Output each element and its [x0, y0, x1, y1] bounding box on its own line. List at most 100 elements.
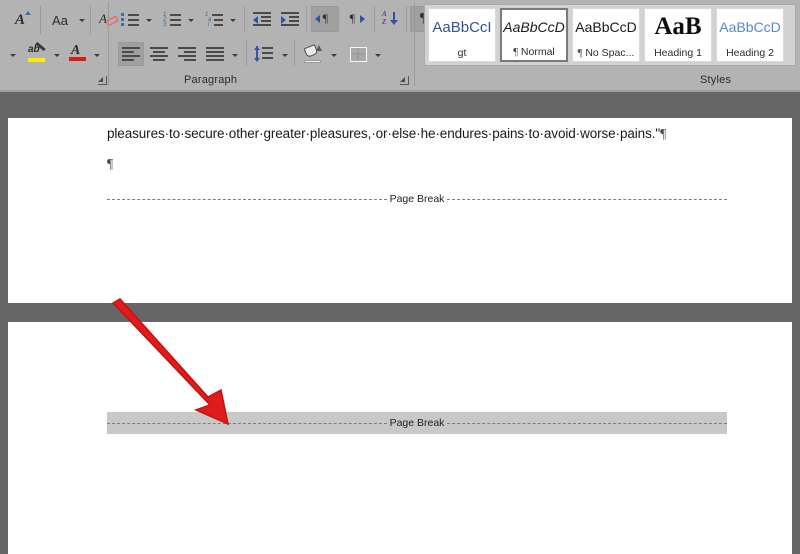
numbering-icon: 1 2 3 — [163, 12, 181, 28]
style-label: Heading 1 — [645, 45, 711, 61]
font-dialog-launcher[interactable] — [98, 76, 107, 85]
chevron-down-icon[interactable] — [329, 50, 339, 60]
style-item-normal[interactable]: AaBbCcD ¶ Normal — [499, 7, 569, 63]
style-item-heading-1[interactable]: AaB Heading 1 — [644, 8, 712, 62]
style-item-gt[interactable]: AaBbCcI gt — [428, 8, 496, 62]
divider — [244, 6, 245, 32]
style-preview: AaB — [654, 13, 702, 40]
decrease-indent-icon — [253, 12, 271, 26]
sort-button[interactable]: A Z — [379, 7, 403, 31]
align-center-icon — [150, 47, 168, 61]
page-break-rule-right — [447, 422, 727, 424]
styles-group-label: Styles — [700, 74, 732, 86]
shading-button[interactable] — [300, 41, 326, 67]
style-label: gt — [429, 45, 495, 61]
align-left-button[interactable] — [118, 42, 144, 66]
style-preview: AaBbCcD — [719, 19, 781, 35]
font-color-button[interactable]: A — [66, 42, 90, 66]
bullets-button[interactable] — [118, 8, 142, 30]
divider — [90, 6, 91, 34]
style-item-no-spacing[interactable]: AaBbCcD ¶ No Spac... — [572, 8, 640, 62]
divider — [294, 40, 295, 66]
decrease-indent-button[interactable] — [250, 8, 274, 30]
document-body-text: pleasures·to·secure·other·greater·pleasu… — [107, 126, 661, 141]
chevron-down-icon[interactable] — [144, 15, 154, 25]
grow-font-button[interactable]: A — [6, 8, 34, 32]
divider — [374, 6, 375, 32]
borders-button[interactable] — [345, 42, 371, 66]
chevron-down-icon[interactable] — [92, 50, 102, 60]
shading-icon — [303, 44, 323, 63]
word-application-window: A Aa A ab A 1 2 3 1 a i ¶ ¶ A Z ¶ Paragr… — [0, 0, 800, 554]
page-break-2-selected[interactable]: Page Break — [107, 412, 727, 434]
empty-paragraph-line[interactable]: ¶ — [107, 156, 113, 172]
justify-icon — [206, 47, 224, 61]
text-highlight-color-icon: ab — [27, 41, 47, 64]
group-divider — [414, 2, 415, 86]
change-case-button[interactable]: Aa — [46, 8, 74, 32]
document-page-1[interactable]: pleasures·to·secure·other·greater·pleasu… — [8, 118, 792, 303]
style-label: ¶ No Spac... — [573, 45, 639, 61]
chevron-down-icon[interactable] — [8, 50, 18, 60]
chevron-down-icon[interactable] — [228, 15, 238, 25]
style-label: Heading 2 — [717, 45, 783, 61]
document-body-line[interactable]: pleasures·to·secure·other·greater·pleasu… — [107, 126, 666, 142]
paragraph-dialog-launcher[interactable] — [400, 76, 409, 85]
paragraph-mark-icon: ¶ — [107, 156, 114, 171]
paragraph-group-label: Paragraph — [184, 74, 238, 86]
font-color-icon: A — [69, 43, 87, 64]
align-right-button[interactable] — [174, 42, 200, 66]
multilevel-list-icon: 1 a i — [205, 12, 223, 28]
divider — [306, 6, 307, 32]
numbering-button[interactable]: 1 2 3 — [160, 8, 184, 30]
page-break-rule-left — [107, 198, 387, 200]
page-break-label: Page Break — [389, 193, 445, 205]
style-label: ¶ Normal — [502, 44, 566, 60]
chevron-down-icon[interactable] — [373, 50, 383, 60]
borders-icon — [349, 46, 367, 62]
change-case-icon: Aa — [52, 12, 68, 28]
divider — [406, 6, 407, 32]
line-spacing-icon — [254, 46, 275, 62]
group-divider — [108, 2, 109, 86]
line-spacing-button[interactable] — [252, 41, 278, 67]
style-preview: AaBbCcD — [503, 19, 565, 35]
grow-font-icon: A — [15, 10, 31, 29]
bullets-icon — [121, 12, 139, 26]
left-to-right-text-direction-button[interactable]: ¶ — [311, 6, 339, 32]
chevron-down-icon[interactable] — [77, 15, 87, 25]
align-center-button[interactable] — [146, 42, 172, 66]
right-to-left-text-direction-button[interactable]: ¶ — [343, 6, 371, 32]
style-preview: AaBbCcD — [575, 19, 637, 35]
paragraph-mark-icon: ¶ — [660, 126, 667, 141]
chevron-down-icon[interactable] — [230, 50, 240, 60]
increase-indent-button[interactable] — [278, 8, 302, 30]
left-to-right-text-direction-icon: ¶ — [315, 11, 335, 26]
justify-button[interactable] — [202, 42, 228, 66]
right-to-left-text-direction-icon: ¶ — [347, 11, 367, 26]
text-highlight-color-button[interactable]: ab — [24, 41, 50, 66]
page-break-rule-left — [107, 422, 387, 424]
style-label-text: No Spac... — [585, 47, 635, 59]
clear-formatting-icon: A — [98, 11, 120, 29]
divider — [246, 40, 247, 66]
document-page-2[interactable]: Page Break — [8, 322, 792, 554]
style-label-text: Normal — [520, 46, 555, 58]
document-canvas[interactable]: pleasures·to·secure·other·greater·pleasu… — [0, 92, 800, 554]
ribbon: A Aa A ab A 1 2 3 1 a i ¶ ¶ A Z ¶ Paragr… — [0, 0, 800, 92]
styles-gallery[interactable]: AaBbCcI gt AaBbCcD ¶ Normal AaBbCcD ¶ No… — [424, 4, 796, 66]
sort-icon: A Z — [382, 11, 400, 27]
increase-indent-icon — [281, 12, 299, 26]
style-item-heading-2[interactable]: AaBbCcD Heading 2 — [716, 8, 784, 62]
page-break-label: Page Break — [389, 417, 445, 429]
multilevel-list-button[interactable]: 1 a i — [202, 8, 226, 30]
align-left-icon — [122, 47, 140, 61]
style-preview: AaBbCcI — [432, 18, 492, 36]
chevron-down-icon[interactable] — [52, 50, 62, 60]
align-right-icon — [178, 47, 196, 61]
chevron-down-icon[interactable] — [186, 15, 196, 25]
divider — [40, 6, 41, 34]
chevron-down-icon[interactable] — [280, 50, 290, 60]
page-break-1[interactable]: Page Break — [107, 190, 727, 208]
page-break-rule-right — [447, 198, 727, 200]
